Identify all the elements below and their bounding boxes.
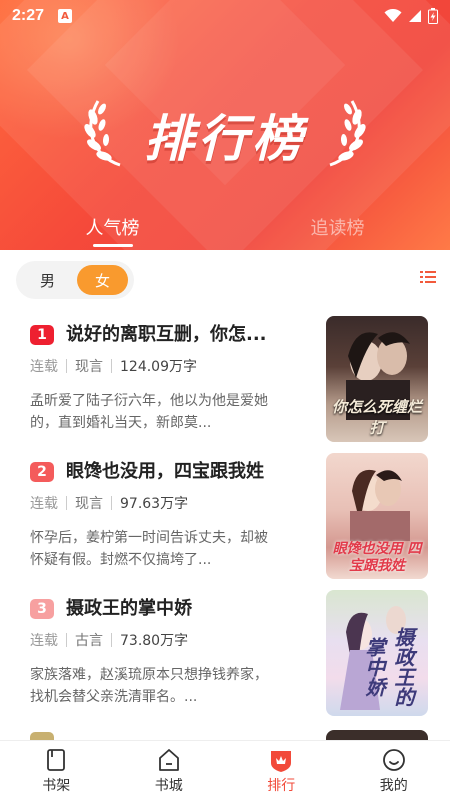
status-time: 2:27 bbox=[12, 7, 45, 24]
book-description: 孟昕爱了陆子衍六年，他以为他是爱她的，直到婚礼当天，新郎莫... bbox=[30, 393, 268, 431]
book-status: 连载 bbox=[30, 359, 58, 375]
tab-label: 追读榜 bbox=[310, 218, 365, 239]
cover-title: 你怎么死缠烂打 bbox=[331, 398, 422, 437]
gender-male-option[interactable]: 男 bbox=[22, 265, 73, 295]
book-cover[interactable]: 摄政王的掌中娇 bbox=[326, 590, 428, 716]
tab-follow-read[interactable]: 追读榜 bbox=[225, 206, 450, 250]
book-word-count: 73.80万字 bbox=[120, 633, 189, 649]
status-bar: 2:27 A bbox=[0, 0, 450, 32]
nav-profile[interactable]: 我的 bbox=[338, 741, 450, 800]
book-status: 连载 bbox=[30, 633, 58, 649]
book-cover bbox=[326, 730, 428, 740]
page-title: 排行榜 bbox=[144, 110, 306, 168]
meta-divider bbox=[66, 496, 67, 510]
nav-label: 书架 bbox=[42, 778, 71, 794]
nav-label: 我的 bbox=[379, 778, 408, 794]
book-genre: 古言 bbox=[75, 633, 103, 649]
wifi-icon bbox=[384, 9, 402, 22]
rank-badge: 1 bbox=[30, 325, 54, 345]
nav-bookshelf[interactable]: 书架 bbox=[0, 741, 113, 800]
book-meta: 连载 现言 124.09万字 bbox=[30, 356, 197, 376]
book-genre: 现言 bbox=[75, 359, 103, 375]
book-title: 说好的离职互删，你怎... bbox=[66, 324, 267, 345]
book-cover[interactable]: 你怎么死缠烂打 bbox=[326, 316, 428, 442]
meta-divider bbox=[111, 359, 112, 373]
book-status: 连载 bbox=[30, 496, 58, 512]
nav-label: 书城 bbox=[154, 778, 183, 794]
ranking-icon bbox=[271, 751, 292, 772]
rank-badge: 3 bbox=[30, 599, 54, 619]
battery-icon bbox=[428, 8, 438, 24]
nav-label: 排行 bbox=[267, 778, 296, 794]
laurel-right-icon bbox=[329, 100, 366, 167]
tab-active-indicator bbox=[92, 244, 133, 247]
book-word-count: 97.63万字 bbox=[120, 496, 189, 512]
book-genre: 现言 bbox=[75, 496, 103, 512]
list-menu-icon[interactable] bbox=[420, 270, 436, 284]
profile-icon bbox=[382, 749, 405, 771]
meta-divider bbox=[66, 633, 67, 647]
book-title: 眼馋也没用，四宝跟我姓 bbox=[66, 461, 264, 482]
book-list-item[interactable]: 3 摄政王的掌中娇 连载 古言 73.80万字 家族落难，赵溪琉原本只想挣钱养家… bbox=[30, 590, 430, 716]
book-list-item-partial[interactable] bbox=[30, 730, 430, 740]
bookstore-icon bbox=[158, 749, 179, 771]
nav-bookstore[interactable]: 书城 bbox=[113, 741, 226, 800]
cover-title: 摄政王的掌中娇 bbox=[362, 627, 415, 707]
rank-badge bbox=[30, 732, 54, 740]
book-word-count: 124.09万字 bbox=[120, 359, 197, 375]
book-list-item[interactable]: 2 眼馋也没用，四宝跟我姓 连载 现言 97.63万字 怀孕后，姜柠第一时间告诉… bbox=[30, 453, 430, 579]
ranking-list-panel: 男 女 1 说好的离职互删，你怎... 连载 现言 124.09万字 孟昕爱了陆… bbox=[0, 250, 450, 740]
tab-popularity[interactable]: 人气榜 bbox=[0, 206, 225, 250]
rank-badge: 2 bbox=[30, 462, 54, 482]
meta-divider bbox=[66, 359, 67, 373]
nav-ranking[interactable]: 排行 bbox=[225, 741, 338, 800]
book-description: 怀孕后，姜柠第一时间告诉丈夫，却被怀疑有假。封燃不仅搞垮了... bbox=[30, 530, 268, 568]
title-container: 排行榜 bbox=[0, 90, 450, 180]
ranking-tabs: 人气榜 追读榜 bbox=[0, 206, 450, 250]
book-cover[interactable]: 眼馋也没用 四宝跟我姓 bbox=[326, 453, 428, 579]
book-list-item[interactable]: 1 说好的离职互删，你怎... 连载 现言 124.09万字 孟昕爱了陆子衍六年… bbox=[30, 316, 430, 442]
notification-badge-icon: A bbox=[58, 9, 73, 23]
signal-icon bbox=[409, 10, 421, 22]
meta-divider bbox=[111, 496, 112, 510]
book-title: 摄政王的掌中娇 bbox=[66, 598, 192, 619]
cover-title: 眼馋也没用 四宝跟我姓 bbox=[332, 541, 422, 574]
book-description: 家族落难，赵溪琉原本只想挣钱养家，找机会替父亲洗清罪名。... bbox=[30, 667, 268, 705]
gender-female-option[interactable]: 女 bbox=[77, 265, 128, 295]
bookshelf-icon bbox=[47, 749, 66, 771]
book-meta: 连载 古言 73.80万字 bbox=[30, 630, 188, 650]
tab-label: 人气榜 bbox=[85, 218, 140, 239]
gender-toggle: 男 女 bbox=[16, 261, 134, 299]
meta-divider bbox=[111, 633, 112, 647]
bottom-navigation: 书架 书城 排行 我的 bbox=[0, 740, 450, 800]
book-meta: 连载 现言 97.63万字 bbox=[30, 493, 188, 513]
